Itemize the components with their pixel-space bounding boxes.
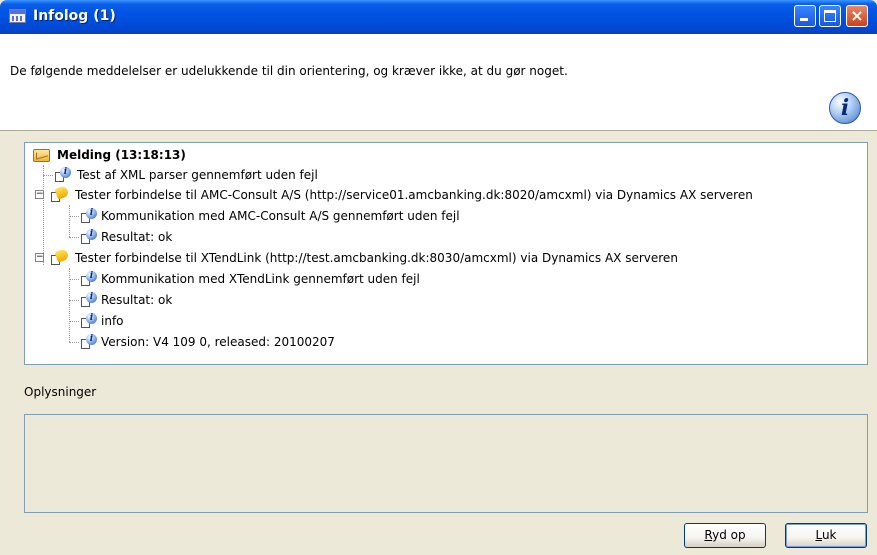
maximize-icon (820, 6, 840, 26)
warning-icon (51, 185, 70, 203)
minimize-icon (795, 6, 815, 26)
info-icon: i (81, 229, 97, 245)
info-icon: i (81, 313, 97, 329)
header-message: De følgende meddelelser er udelukkende t… (10, 64, 568, 78)
tree-connector (69, 321, 79, 322)
clear-button[interactable]: Ryd op (684, 523, 766, 548)
clear-button-label: yd op (712, 528, 746, 542)
close-button-label: uk (821, 528, 837, 542)
close-button[interactable]: × (846, 5, 868, 27)
tree-node-label: Kommunikation med AMC-Consult A/S gennem… (101, 209, 460, 223)
tree-node-label: Resultat: ok (101, 230, 173, 244)
tree-connector (43, 165, 44, 265)
tree-node-label: info (101, 314, 124, 328)
minimize-button[interactable] (794, 5, 816, 27)
message-tree[interactable]: Melding (13:18:13) i Test af XML parser … (24, 142, 868, 365)
tree-node-label: Tester forbindelse til AMC-Consult A/S (… (75, 188, 753, 202)
tree-node-label: Version: V4 109 0, released: 20100207 (101, 335, 335, 349)
info-icon: i (55, 167, 71, 183)
tree-node-label: Kommunikation med XTendLink gennemført u… (101, 272, 420, 286)
tree-node-label: Resultat: ok (101, 293, 173, 307)
window-title: Infolog (1) (33, 8, 116, 24)
header-panel: De følgende meddelelser er udelukkende t… (0, 34, 877, 131)
details-label: Oplysninger (24, 385, 97, 399)
tree-root-label: Melding (13:18:13) (57, 148, 186, 162)
tree-connector (43, 175, 53, 176)
message-envelope-icon (33, 149, 50, 162)
title-bar[interactable]: Infolog (1) × (0, 0, 877, 34)
collapse-toggle[interactable]: − (35, 253, 44, 262)
details-panel[interactable] (24, 414, 868, 513)
warning-icon (51, 248, 70, 266)
tree-connector (69, 300, 79, 301)
information-icon: i (829, 92, 861, 124)
close-dialog-button[interactable]: Luk (785, 523, 867, 548)
info-icon: i (81, 334, 97, 350)
tree-connector (69, 216, 79, 217)
tree-node-label: Tester forbindelse til XTendLink (http:/… (75, 251, 678, 265)
infolog-window: Infolog (1) × De følgende meddelelser er… (0, 0, 877, 555)
tree-connector (69, 237, 79, 238)
info-icon: i (81, 271, 97, 287)
collapse-toggle[interactable]: − (35, 190, 44, 199)
tree-connector (69, 342, 79, 343)
tree-node-label: Test af XML parser gennemført uden fejl (77, 168, 318, 182)
infolog-app-icon[interactable] (9, 9, 26, 23)
tree-connector (69, 205, 70, 237)
maximize-button[interactable] (819, 5, 841, 27)
info-icon: i (81, 208, 97, 224)
clear-button-mnemonic: R (704, 528, 713, 542)
close-icon: × (850, 6, 864, 25)
tree-connector (69, 279, 79, 280)
info-icon: i (81, 292, 97, 308)
